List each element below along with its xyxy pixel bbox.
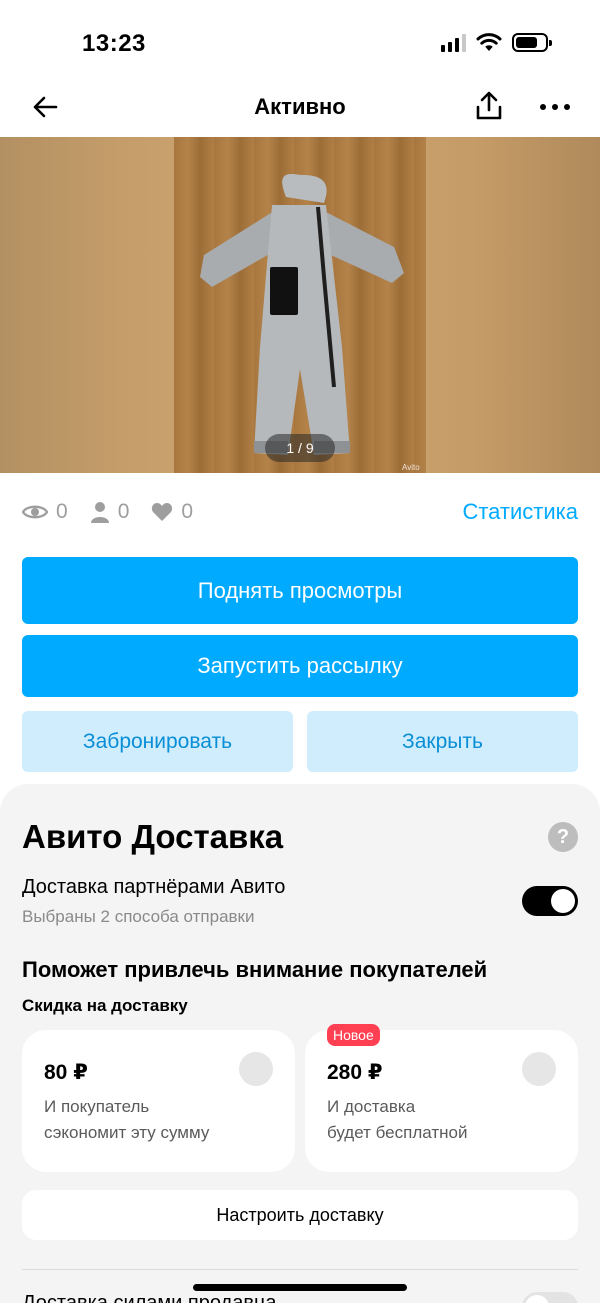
eye-icon [22,505,48,519]
favorites-stat: 0 [151,500,193,524]
page-title: Активно [254,94,346,119]
option-desc-line: будет бесплатной [327,1123,468,1142]
person-icon [90,502,109,523]
start-mailing-button[interactable]: Запустить рассылку [22,635,578,697]
discount-option-280[interactable]: Новое 280 ₽ И доставка будет бесплатной [305,1024,578,1172]
option-radio[interactable] [239,1052,273,1086]
listing-photo[interactable] [174,137,426,473]
views-stat: 0 [22,500,68,524]
seller-delivery-toggle[interactable] [522,1292,578,1303]
option-desc-line: И доставка [327,1097,416,1116]
new-badge: Новое [327,1024,380,1046]
wifi-icon [476,33,502,51]
option-description: И покупатель сэкономит эту сумму [44,1094,209,1146]
watermark: Avito [402,463,420,472]
cellular-signal-icon [441,32,466,52]
views-count: 0 [56,500,68,523]
statistics-link[interactable]: Статистика [462,499,578,525]
delivery-title: Авито Доставка [22,818,284,855]
close-listing-button[interactable]: Закрыть [307,711,578,772]
contacts-stat: 0 [90,500,130,524]
favorites-count: 0 [181,500,194,523]
status-icons [441,32,552,52]
seller-delivery-label: Доставка силами продавца [22,1292,277,1303]
configure-delivery-button[interactable]: Настроить доставку [22,1190,578,1240]
partner-delivery-title: Доставка партнёрами Авито [22,876,286,898]
divider [22,1269,578,1270]
help-icon[interactable]: ? [548,822,578,852]
contacts-count: 0 [117,500,130,523]
status-bar: 13:23 [0,0,600,80]
toggle-knob [551,889,575,913]
gallery-counter: 1 / 9 [265,434,335,462]
reserve-button[interactable]: Забронировать [22,711,293,772]
photo-gallery[interactable]: 1 / 9 Avito [0,137,600,473]
option-radio[interactable] [522,1052,556,1086]
option-desc-line: сэкономит эту сумму [44,1123,210,1142]
home-indicator[interactable] [193,1284,407,1291]
more-icon [540,104,546,110]
attract-title: Поможет привлечь внимание покупателей [22,957,488,982]
share-icon [476,91,502,120]
jumpsuit-image [200,174,404,455]
option-description: И доставка будет бесплатной [327,1094,467,1146]
toggle-knob [525,1295,549,1303]
discount-option-80[interactable]: 80 ₽ И покупатель сэкономит эту сумму [22,1030,295,1172]
discount-label: Скидка на доставку [22,996,188,1015]
nav-bar: Активно [0,80,600,136]
partner-delivery-toggle[interactable] [522,886,578,916]
stats-row: 0 0 0 Статистика [22,496,578,528]
battery-level [516,36,537,48]
heart-icon [152,503,173,521]
status-time: 13:23 [82,30,146,57]
raise-views-button[interactable]: Поднять просмотры [22,557,578,624]
option-price: 280 ₽ [327,1061,383,1084]
share-button[interactable] [474,90,504,122]
battery-icon [512,32,552,52]
delivery-card: Авито Доставка ? Доставка партнёрами Ави… [0,784,600,1303]
option-desc-line: И покупатель [44,1097,150,1116]
option-price: 80 ₽ [44,1061,88,1084]
partner-delivery-subtitle: Выбраны 2 способа отправки [22,907,255,926]
more-button[interactable] [540,92,570,122]
